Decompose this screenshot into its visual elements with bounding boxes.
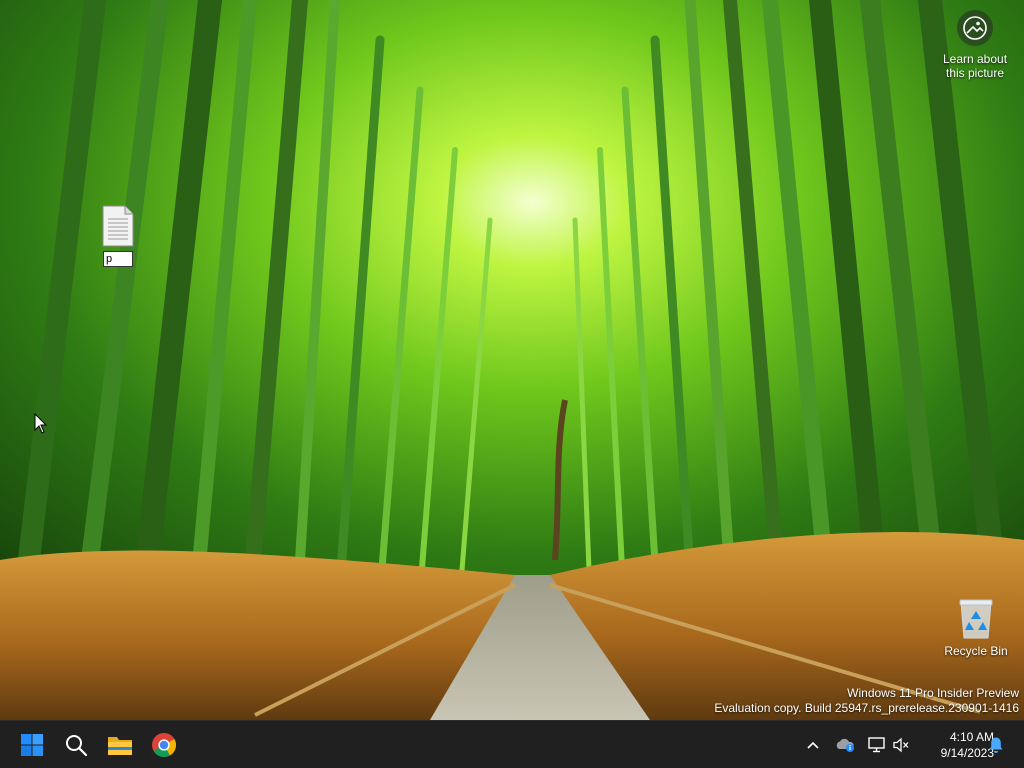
- watermark-line1: Windows 11 Pro Insider Preview: [847, 686, 1019, 700]
- desktop-file-icon[interactable]: [98, 205, 138, 267]
- network-button[interactable]: [865, 731, 889, 759]
- learn-about-picture[interactable]: Learn about this picture: [938, 10, 1012, 80]
- text-document-icon: [102, 205, 134, 247]
- start-icon: [21, 734, 43, 756]
- volume-muted-icon: [893, 737, 909, 753]
- watermark-line2: Evaluation copy. Build 25947.rs_prerelea…: [714, 701, 1019, 715]
- onedrive-icon: [836, 738, 854, 752]
- search-button[interactable]: [56, 725, 96, 765]
- onedrive-button[interactable]: [833, 731, 857, 759]
- start-button[interactable]: [12, 725, 52, 765]
- file-explorer-button[interactable]: [100, 725, 140, 765]
- clock[interactable]: 4:10 AM 9/14/2023: [918, 729, 994, 761]
- recycle-bin[interactable]: Recycle Bin: [940, 598, 1012, 658]
- mouse-cursor-icon: [34, 412, 48, 440]
- bell-icon: [989, 737, 1003, 753]
- chrome-button[interactable]: [144, 725, 184, 765]
- clock-time: 4:10 AM: [949, 730, 994, 744]
- notifications-button[interactable]: [984, 731, 1008, 759]
- file-explorer-icon: [108, 737, 132, 755]
- evaluation-watermark: Windows 11 Pro Insider Preview Evaluatio…: [714, 686, 1019, 716]
- clock-date: 9/14/2023: [940, 746, 994, 760]
- recycle-bin-label: Recycle Bin: [944, 644, 1008, 658]
- chrome-icon: [152, 733, 177, 758]
- show-hidden-icons-button[interactable]: [801, 731, 825, 759]
- camera-icon: [957, 10, 993, 46]
- search-icon: [66, 735, 88, 757]
- rename-input[interactable]: [103, 251, 133, 267]
- learn-line1: Learn about: [942, 52, 1008, 66]
- taskbar: 4:10 AM 9/14/2023: [0, 720, 1024, 768]
- learn-line2: this picture: [945, 66, 1005, 80]
- desktop-wallpaper: [0, 0, 1024, 720]
- chevron-up-icon: [807, 741, 819, 749]
- volume-button[interactable]: [889, 731, 913, 759]
- network-icon: [868, 737, 885, 753]
- recycle-bin-icon: [959, 599, 993, 639]
